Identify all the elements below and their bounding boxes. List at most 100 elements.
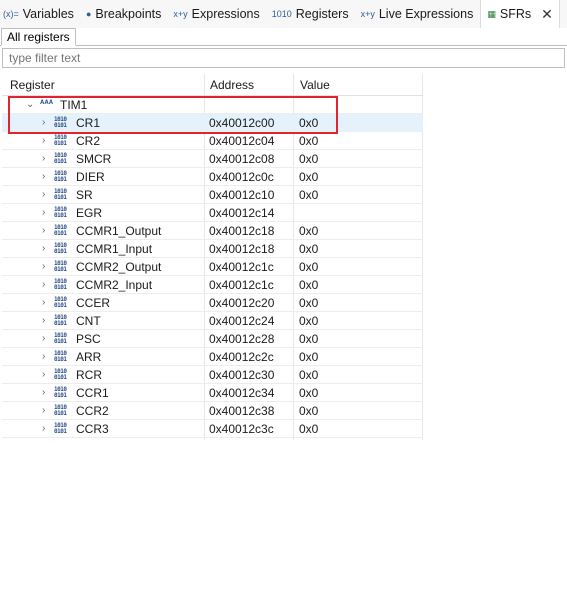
- register-address: 0x40012c1c: [209, 278, 274, 292]
- expressions-icon: x+y: [173, 8, 188, 19]
- table-header: Register Address Value: [2, 74, 423, 96]
- register-value[interactable]: 0x0: [299, 296, 318, 310]
- register-value[interactable]: 0x0: [299, 188, 318, 202]
- filter-input[interactable]: [2, 48, 565, 68]
- register-value[interactable]: 0x0: [299, 314, 318, 328]
- table-row[interactable]: › 1010 0101 ARR 0x40012c2c 0x0: [2, 348, 423, 366]
- tab-registers[interactable]: 1010 Registers: [269, 0, 352, 28]
- table-row[interactable]: › 1010 0101 SR 0x40012c10 0x0: [2, 186, 423, 204]
- register-value[interactable]: 0x0: [299, 134, 318, 148]
- register-value[interactable]: 0x0: [299, 404, 318, 418]
- table-row[interactable]: › 1010 0101 CCR2 0x40012c38 0x0: [2, 402, 423, 420]
- chevron-down-icon[interactable]: ⌄: [26, 99, 34, 110]
- close-icon[interactable]: ✕: [541, 6, 553, 23]
- register-value[interactable]: 0x0: [299, 116, 318, 130]
- table-row[interactable]: › 1010 0101 PSC 0x40012c28 0x0: [2, 330, 423, 348]
- variables-icon: (x)=: [3, 8, 19, 19]
- table-row[interactable]: › 1010 0101 CR1 0x40012c00 0x0: [2, 114, 423, 132]
- chevron-right-icon[interactable]: ›: [42, 243, 45, 254]
- register-icon: 1010 0101: [54, 296, 67, 309]
- chevron-right-icon[interactable]: ›: [42, 189, 45, 200]
- chevron-right-icon[interactable]: ›: [42, 315, 45, 326]
- register-name: CCER: [76, 296, 111, 310]
- chevron-right-icon[interactable]: ›: [42, 423, 45, 434]
- register-name: DIER: [76, 170, 105, 184]
- table-row[interactable]: › 1010 0101 CCER 0x40012c20 0x0: [2, 294, 423, 312]
- register-value[interactable]: 0x0: [299, 278, 318, 292]
- register-address: 0x40012c18: [209, 224, 275, 238]
- subtab-all-registers[interactable]: All registers: [1, 28, 76, 46]
- chevron-right-icon[interactable]: ›: [42, 387, 45, 398]
- register-name: CCR3: [76, 422, 109, 436]
- register-icon: 1010 0101: [54, 224, 67, 237]
- register-name: CCR1: [76, 386, 109, 400]
- chevron-right-icon[interactable]: ›: [42, 135, 45, 146]
- column-header-address[interactable]: Address: [210, 78, 254, 92]
- chevron-right-icon[interactable]: ›: [42, 153, 45, 164]
- column-header-value[interactable]: Value: [300, 78, 330, 92]
- table-row[interactable]: › 1010 0101 CCMR2_Output 0x40012c1c 0x0: [2, 258, 423, 276]
- table-row[interactable]: › 1010 0101 SMCR 0x40012c08 0x0: [2, 150, 423, 168]
- chevron-right-icon[interactable]: ›: [42, 207, 45, 218]
- tab-breakpoints[interactable]: ● Breakpoints: [83, 0, 164, 28]
- register-icon: 1010 0101: [54, 170, 67, 183]
- tab-expressions[interactable]: x+y Expressions: [170, 0, 262, 28]
- column-header-register[interactable]: Register: [10, 78, 55, 92]
- table-row[interactable]: › 1010 0101 CCMR1_Output 0x40012c18 0x0: [2, 222, 423, 240]
- tab-label: SFRs: [499, 7, 532, 21]
- subtab-bar: All registers: [0, 28, 567, 46]
- register-value[interactable]: 0x0: [299, 152, 318, 166]
- tab-label: Variables: [22, 7, 74, 21]
- register-address: 0x40012c18: [209, 242, 275, 256]
- tab-sfrs[interactable]: ▦ SFRs ✕: [480, 0, 560, 28]
- chevron-right-icon[interactable]: ›: [42, 225, 45, 236]
- table-row[interactable]: › 1010 0101 RCR 0x40012c30 0x0: [2, 366, 423, 384]
- register-icon: 1010 0101: [54, 314, 67, 327]
- register-address: 0x40012c00: [209, 116, 275, 130]
- register-value[interactable]: 0x0: [299, 386, 318, 400]
- register-icon: 1010 0101: [54, 242, 67, 255]
- table-row[interactable]: › 1010 0101 CCMR2_Input 0x40012c1c 0x0: [2, 276, 423, 294]
- peripheral-row[interactable]: ⌄ ᴬᴬᴬ TIM1: [2, 96, 423, 114]
- tab-live-expressions[interactable]: x+y Live Expressions: [358, 0, 477, 28]
- register-value[interactable]: 0x0: [299, 224, 318, 238]
- chevron-right-icon[interactable]: ›: [42, 333, 45, 344]
- register-name: CR1: [76, 116, 101, 130]
- register-value[interactable]: 0x0: [299, 350, 318, 364]
- register-value[interactable]: 0x0: [299, 170, 318, 184]
- table-row[interactable]: › 1010 0101 EGR 0x40012c14: [2, 204, 423, 222]
- table-row[interactable]: › 1010 0101 DIER 0x40012c0c 0x0: [2, 168, 423, 186]
- chevron-right-icon[interactable]: ›: [42, 261, 45, 272]
- register-value[interactable]: 0x0: [299, 422, 318, 436]
- register-value[interactable]: 0x0: [299, 242, 318, 256]
- register-address: 0x40012c3c: [209, 422, 274, 436]
- register-name: CCR2: [76, 404, 109, 418]
- register-name: CCMR1_Input: [76, 242, 153, 256]
- register-address: 0x40012c0c: [209, 170, 274, 184]
- table-row[interactable]: › 1010 0101 CCR3 0x40012c3c 0x0: [2, 420, 423, 438]
- chevron-right-icon[interactable]: ›: [42, 369, 45, 380]
- chevron-right-icon[interactable]: ›: [42, 405, 45, 416]
- register-address: 0x40012c30: [209, 368, 275, 382]
- register-value[interactable]: 0x0: [299, 260, 318, 274]
- table-row[interactable]: › 1010 0101 CR2 0x40012c04 0x0: [2, 132, 423, 150]
- table-row[interactable]: › 1010 0101 CNT 0x40012c24 0x0: [2, 312, 423, 330]
- chevron-right-icon[interactable]: ›: [42, 297, 45, 308]
- tab-variables[interactable]: (x)= Variables: [0, 0, 77, 28]
- chevron-right-icon[interactable]: ›: [42, 351, 45, 362]
- register-address: 0x40012c2c: [209, 350, 274, 364]
- table-row[interactable]: › 1010 0101 CCR1 0x40012c34 0x0: [2, 384, 423, 402]
- register-icon: 1010 0101: [54, 350, 67, 363]
- sfrs-icon: ▦: [487, 8, 496, 19]
- register-value[interactable]: 0x0: [299, 368, 318, 382]
- register-value[interactable]: 0x0: [299, 332, 318, 346]
- tab-label: Expressions: [191, 7, 260, 21]
- chevron-right-icon[interactable]: ›: [42, 117, 45, 128]
- chevron-right-icon[interactable]: ›: [42, 171, 45, 182]
- chevron-right-icon[interactable]: ›: [42, 279, 45, 290]
- table-row[interactable]: › 1010 0101 CCMR1_Input 0x40012c18 0x0: [2, 240, 423, 258]
- register-name: SMCR: [76, 152, 112, 166]
- register-icon: 1010 0101: [54, 278, 67, 291]
- register-icon: 1010 0101: [54, 386, 67, 399]
- register-icon: 1010 0101: [54, 206, 67, 219]
